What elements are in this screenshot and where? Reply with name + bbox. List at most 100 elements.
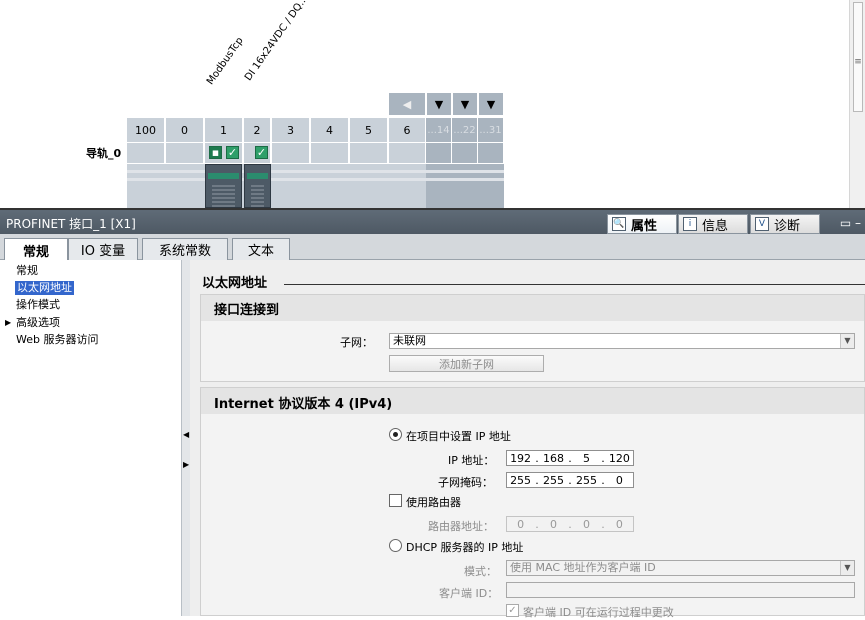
set-ip-in-project-radio[interactable] — [389, 428, 402, 441]
tab-io-tags[interactable]: IO 变量 — [68, 238, 138, 260]
rail-slot[interactable] — [426, 143, 452, 163]
section-divider — [284, 284, 865, 285]
expand-slot-button[interactable]: ▼ — [426, 92, 452, 116]
subnet-value: 未联网 — [393, 334, 426, 347]
slot-header[interactable]: 6 — [389, 118, 426, 142]
client-id-change-label: 客户端 ID 可在运行过程中更改 — [523, 606, 674, 619]
nav-item-ethernet-address[interactable]: 以太网地址 — [15, 281, 74, 295]
nav-item-operating-mode[interactable]: 操作模式 — [16, 298, 60, 312]
tab-info[interactable]: i 信息 — [678, 214, 748, 234]
slot-header[interactable]: 2 — [244, 118, 271, 142]
window-control-icon[interactable]: ▭ – — [840, 216, 861, 230]
set-ip-in-project-label: 在项目中设置 IP 地址 — [406, 430, 511, 443]
expand-slot-button[interactable]: ▼ — [452, 92, 478, 116]
slot-header[interactable]: 100 — [127, 118, 165, 142]
tab-label: 诊断 — [774, 218, 801, 234]
rail-stripe — [127, 178, 504, 181]
dhcp-radio[interactable] — [389, 539, 402, 552]
ip-octet[interactable]: 255 — [507, 474, 534, 487]
slot-header[interactable]: ...14 — [426, 118, 452, 142]
subnet-mask-label: 子网掩码： — [438, 476, 493, 489]
ip-octet[interactable]: 0 — [606, 518, 633, 531]
module-label-modbus: ModbusTcp — [204, 35, 246, 87]
rail-slot[interactable] — [311, 143, 349, 163]
dhcp-label: DHCP 服务器的 IP 地址 — [406, 541, 524, 554]
nav-item-advanced-options[interactable]: 高级选项 — [16, 316, 60, 330]
group-title: 接口连接到 — [214, 303, 280, 318]
subnet-mask-field[interactable]: 255. 255. 255. 0 — [506, 472, 634, 488]
grip-icon: ≡ — [854, 57, 862, 67]
mode-value: 使用 MAC 地址作为客户端 ID — [510, 561, 656, 574]
client-id-change-checkbox[interactable]: ✓ — [506, 604, 519, 617]
rail-slot[interactable] — [389, 143, 426, 163]
ip-octet[interactable]: 192 — [507, 452, 534, 465]
tab-system-constants[interactable]: 系统常数 — [142, 238, 228, 260]
expand-arrow-icon[interactable]: ▶ — [5, 318, 11, 327]
expand-slot-button[interactable]: ▼ — [478, 92, 504, 116]
module-label-di: DI 16x24VDC / DQ... — [242, 0, 311, 84]
use-router-checkbox[interactable] — [389, 494, 402, 507]
ip-octet[interactable]: 0 — [540, 518, 567, 531]
ip-octet[interactable]: 5 — [573, 452, 600, 465]
module-status-icon: ▪ — [209, 146, 222, 159]
client-id-field[interactable] — [506, 582, 855, 598]
slot-header[interactable]: 4 — [311, 118, 349, 142]
inspector-tabs: 常规 IO 变量 系统常数 文本 — [0, 234, 865, 261]
expand-right-icon[interactable]: ▶ — [183, 460, 189, 469]
group-title: Internet 协议版本 4 (IPv4) — [214, 397, 393, 412]
rail-label: 导轨_0 — [86, 147, 122, 160]
rail-slot[interactable] — [350, 143, 388, 163]
ip-octet[interactable]: 168 — [540, 452, 567, 465]
rail-slot[interactable] — [166, 143, 204, 163]
property-content: 以太网地址 接口连接到 子网： 未联网 ▼ 添加新子网 Internet 协议版… — [190, 260, 865, 619]
ip-address-label: IP 地址： — [448, 454, 495, 467]
di-module[interactable] — [244, 164, 271, 208]
ip-octet[interactable]: 0 — [606, 474, 633, 487]
scroll-left-button[interactable]: ◀ — [388, 92, 426, 116]
slot-header[interactable]: 1 — [205, 118, 243, 142]
tab-general[interactable]: 常规 — [4, 238, 68, 261]
nav-splitter[interactable]: ◀ ▶ — [182, 260, 190, 616]
ip-octet[interactable]: 255 — [540, 474, 567, 487]
ip-octet[interactable]: 0 — [573, 518, 600, 531]
nav-item-web-server-access[interactable]: Web 服务器访问 — [16, 333, 98, 347]
slot-header[interactable]: 3 — [272, 118, 310, 142]
slot-header[interactable]: 5 — [350, 118, 388, 142]
vertical-scrollbar[interactable]: ≡ — [849, 0, 865, 208]
device-view[interactable]: ModbusTcp DI 16x24VDC / DQ... ◀ ▼ ▼ ▼ 10… — [0, 0, 865, 208]
rail-slot[interactable] — [272, 143, 310, 163]
cpu-module[interactable] — [205, 164, 242, 208]
add-subnet-button[interactable]: 添加新子网 — [389, 355, 544, 372]
mode-label: 模式： — [464, 565, 497, 578]
rail-slot[interactable] — [478, 143, 504, 163]
subnet-dropdown[interactable]: 未联网 ▼ — [389, 333, 855, 349]
router-address-field[interactable]: 0. 0. 0. 0 — [506, 516, 634, 532]
nav-item-general[interactable]: 常规 — [16, 264, 38, 278]
ip-octet[interactable]: 120 — [606, 452, 633, 465]
rail-slot[interactable] — [452, 143, 478, 163]
slot-header[interactable]: ...22 — [452, 118, 478, 142]
slot-header[interactable]: 0 — [166, 118, 204, 142]
ip-octet[interactable]: 255 — [573, 474, 600, 487]
section-title: 以太网地址 — [202, 276, 268, 291]
tab-diagnostics[interactable]: V 诊断 — [750, 214, 820, 234]
check-icon: ✓ — [226, 146, 239, 159]
chevron-down-icon[interactable]: ▼ — [840, 334, 854, 348]
ip-octet[interactable]: 0 — [507, 518, 534, 531]
group-header — [201, 295, 864, 321]
tab-properties[interactable]: 🔍 属性 — [607, 214, 677, 234]
tab-label: 信息 — [702, 218, 729, 234]
slot-header[interactable]: ...31 — [478, 118, 504, 142]
tab-label: 属性 — [631, 218, 658, 234]
properties-icon: 🔍 — [612, 217, 626, 231]
check-icon: ✓ — [255, 146, 268, 159]
subnet-label: 子网： — [340, 336, 373, 349]
tab-texts[interactable]: 文本 — [232, 238, 290, 260]
mode-dropdown[interactable]: 使用 MAC 地址作为客户端 ID ▼ — [506, 560, 855, 576]
property-nav-tree: 常规 以太网地址 操作模式 ▶ 高级选项 Web 服务器访问 — [0, 260, 182, 616]
chevron-down-icon[interactable]: ▼ — [840, 561, 854, 575]
collapse-left-icon[interactable]: ◀ — [183, 430, 189, 439]
ip-address-field[interactable]: 192. 168. 5. 120 — [506, 450, 634, 466]
rail-slot[interactable] — [127, 143, 165, 163]
client-id-label: 客户端 ID： — [439, 587, 499, 600]
